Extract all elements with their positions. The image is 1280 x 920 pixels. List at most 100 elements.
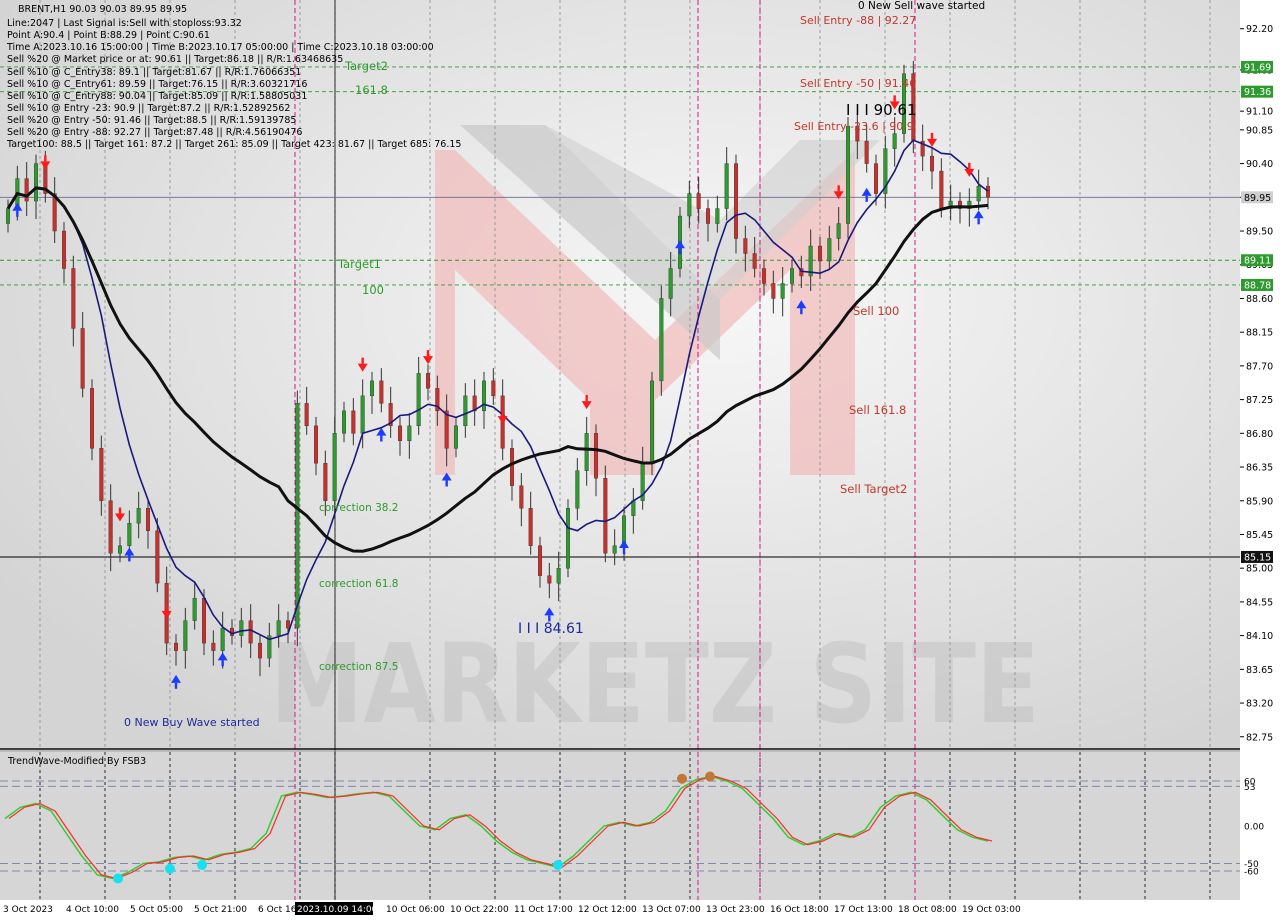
candle-body — [62, 230, 67, 269]
price-badge-label: 91.69 — [1244, 62, 1271, 73]
new-buy-wave-label: 0 New Buy Wave started — [124, 716, 260, 729]
candle-body — [34, 163, 39, 202]
candle-body — [145, 508, 150, 531]
candle-body — [864, 140, 869, 164]
info-line-5: Sell %10 @ C_Entry61: 89.59 || Target:76… — [7, 79, 307, 90]
time-label: 16 Oct 18:00 — [770, 905, 829, 915]
info-line-2: Time A:2023.10.16 15:00:00 | Time B:2023… — [6, 42, 434, 53]
candle-body — [444, 410, 449, 449]
candle-body — [687, 193, 692, 217]
indicator-tick-label: 53 — [1244, 783, 1255, 793]
candle-body — [201, 597, 206, 644]
price-tick-label: 86.35 — [1246, 463, 1273, 474]
price-badge-label: 88.78 — [1244, 280, 1271, 291]
info-line-3: Sell %20 @ Market price or at: 90.61 || … — [7, 54, 343, 65]
candle-body — [818, 245, 823, 262]
candle-body — [342, 410, 347, 434]
time-cursor-label: 2023.10.09 14:00 — [297, 905, 378, 915]
oversold-dot — [165, 863, 175, 874]
price-tick-label: 87.25 — [1246, 395, 1273, 406]
price-tick-label: 87.70 — [1246, 361, 1273, 372]
candle-body — [258, 642, 263, 659]
watermark-text: MARKETZ SITE — [270, 620, 1040, 748]
candle-body — [584, 433, 589, 471]
candle-body — [295, 403, 300, 629]
candle-body — [71, 268, 76, 329]
info-line-6: Sell %10 @ C_Entry88: 90.04 || Target:85… — [7, 91, 307, 102]
candle-body — [351, 410, 356, 434]
candle-body — [696, 193, 701, 209]
target2-value: 161.8 — [355, 83, 388, 97]
candle-body — [519, 485, 524, 509]
candle-body — [976, 185, 981, 202]
oversold-dot — [553, 860, 563, 870]
time-label: 3 Oct 2023 — [3, 905, 53, 915]
time-label: 5 Oct 21:00 — [194, 905, 247, 915]
time-label: 13 Oct 23:00 — [706, 905, 765, 915]
candle-body — [416, 373, 421, 427]
price-tick-label: 88.15 — [1246, 328, 1273, 339]
candle-body — [24, 178, 29, 202]
candle-body — [379, 380, 384, 404]
price-tick-label: 91.10 — [1246, 107, 1273, 118]
price-tick-label: 85.45 — [1246, 530, 1273, 541]
candle-body — [724, 163, 729, 209]
candle-body — [108, 500, 113, 554]
candle-body — [407, 425, 412, 442]
sell-100-label: Sell 100 — [853, 304, 899, 318]
candle-body — [846, 125, 851, 224]
time-label: 10 Oct 06:00 — [386, 905, 445, 915]
price-badge-label: 89.95 — [1244, 193, 1271, 204]
time-label: 19 Oct 03:00 — [962, 905, 1021, 915]
time-label: 17 Oct 13:00 — [834, 905, 893, 915]
candle-body — [482, 380, 487, 412]
price-tick-label: 85.90 — [1246, 496, 1273, 507]
candle-body — [547, 575, 552, 584]
candle-body — [892, 133, 897, 149]
price-badge-label: 89.11 — [1244, 256, 1271, 267]
correction-618-label: correction 61.8 — [319, 578, 398, 590]
sell-161-label: Sell 161.8 — [849, 403, 906, 417]
sell-entry-50-label: Sell Entry -50 | 91.46 — [800, 77, 916, 90]
candle-body — [612, 545, 617, 554]
candle-body — [463, 395, 468, 427]
indicator-tick-label: -60 — [1244, 868, 1259, 878]
price-tick-label: 83.20 — [1246, 699, 1273, 710]
candle-body — [836, 223, 841, 239]
candle-body — [155, 530, 160, 584]
candle-body — [734, 163, 739, 239]
candle-body — [752, 253, 757, 269]
price-tick-label: 83.65 — [1246, 665, 1273, 676]
time-label: 11 Oct 17:00 — [514, 905, 573, 915]
info-line-7: Sell %10 @ Entry -23: 90.9 || Target:87.… — [7, 103, 290, 114]
price-tick-label: 82.75 — [1246, 732, 1273, 743]
oversold-dot — [197, 860, 207, 870]
candle-body — [939, 170, 944, 209]
candle-body — [211, 642, 216, 651]
candle-body — [790, 268, 795, 284]
candle-body — [398, 425, 403, 442]
time-label: 13 Oct 07:00 — [642, 905, 701, 915]
candle-body — [706, 208, 711, 224]
price-tick-label: 89.50 — [1246, 227, 1273, 238]
candle-body — [780, 283, 785, 299]
candle-body — [659, 298, 664, 382]
price-tick-label: 92.20 — [1246, 24, 1273, 35]
candle-body — [183, 620, 188, 651]
candle-body — [5, 208, 10, 224]
overbought-dot — [705, 771, 715, 782]
overbought-dot — [677, 773, 687, 784]
candle-body — [631, 500, 636, 516]
candle-body — [528, 508, 533, 546]
sell-target2-label: Sell Target2 — [840, 482, 907, 496]
sell-entry-88-label: Sell Entry -88 | 92.27 — [800, 14, 916, 27]
indicator-title: TrendWave-Modified By FSB3 — [7, 756, 146, 767]
candle-body — [332, 433, 337, 501]
candle-body — [426, 373, 431, 389]
target1-label: Target1 — [337, 257, 381, 271]
time-label: 12 Oct 12:00 — [578, 905, 637, 915]
candle-body — [89, 388, 94, 449]
price-tick-label: 88.60 — [1246, 294, 1273, 305]
oversold-dot — [113, 873, 123, 884]
price-tick-label: 85.00 — [1246, 564, 1273, 575]
